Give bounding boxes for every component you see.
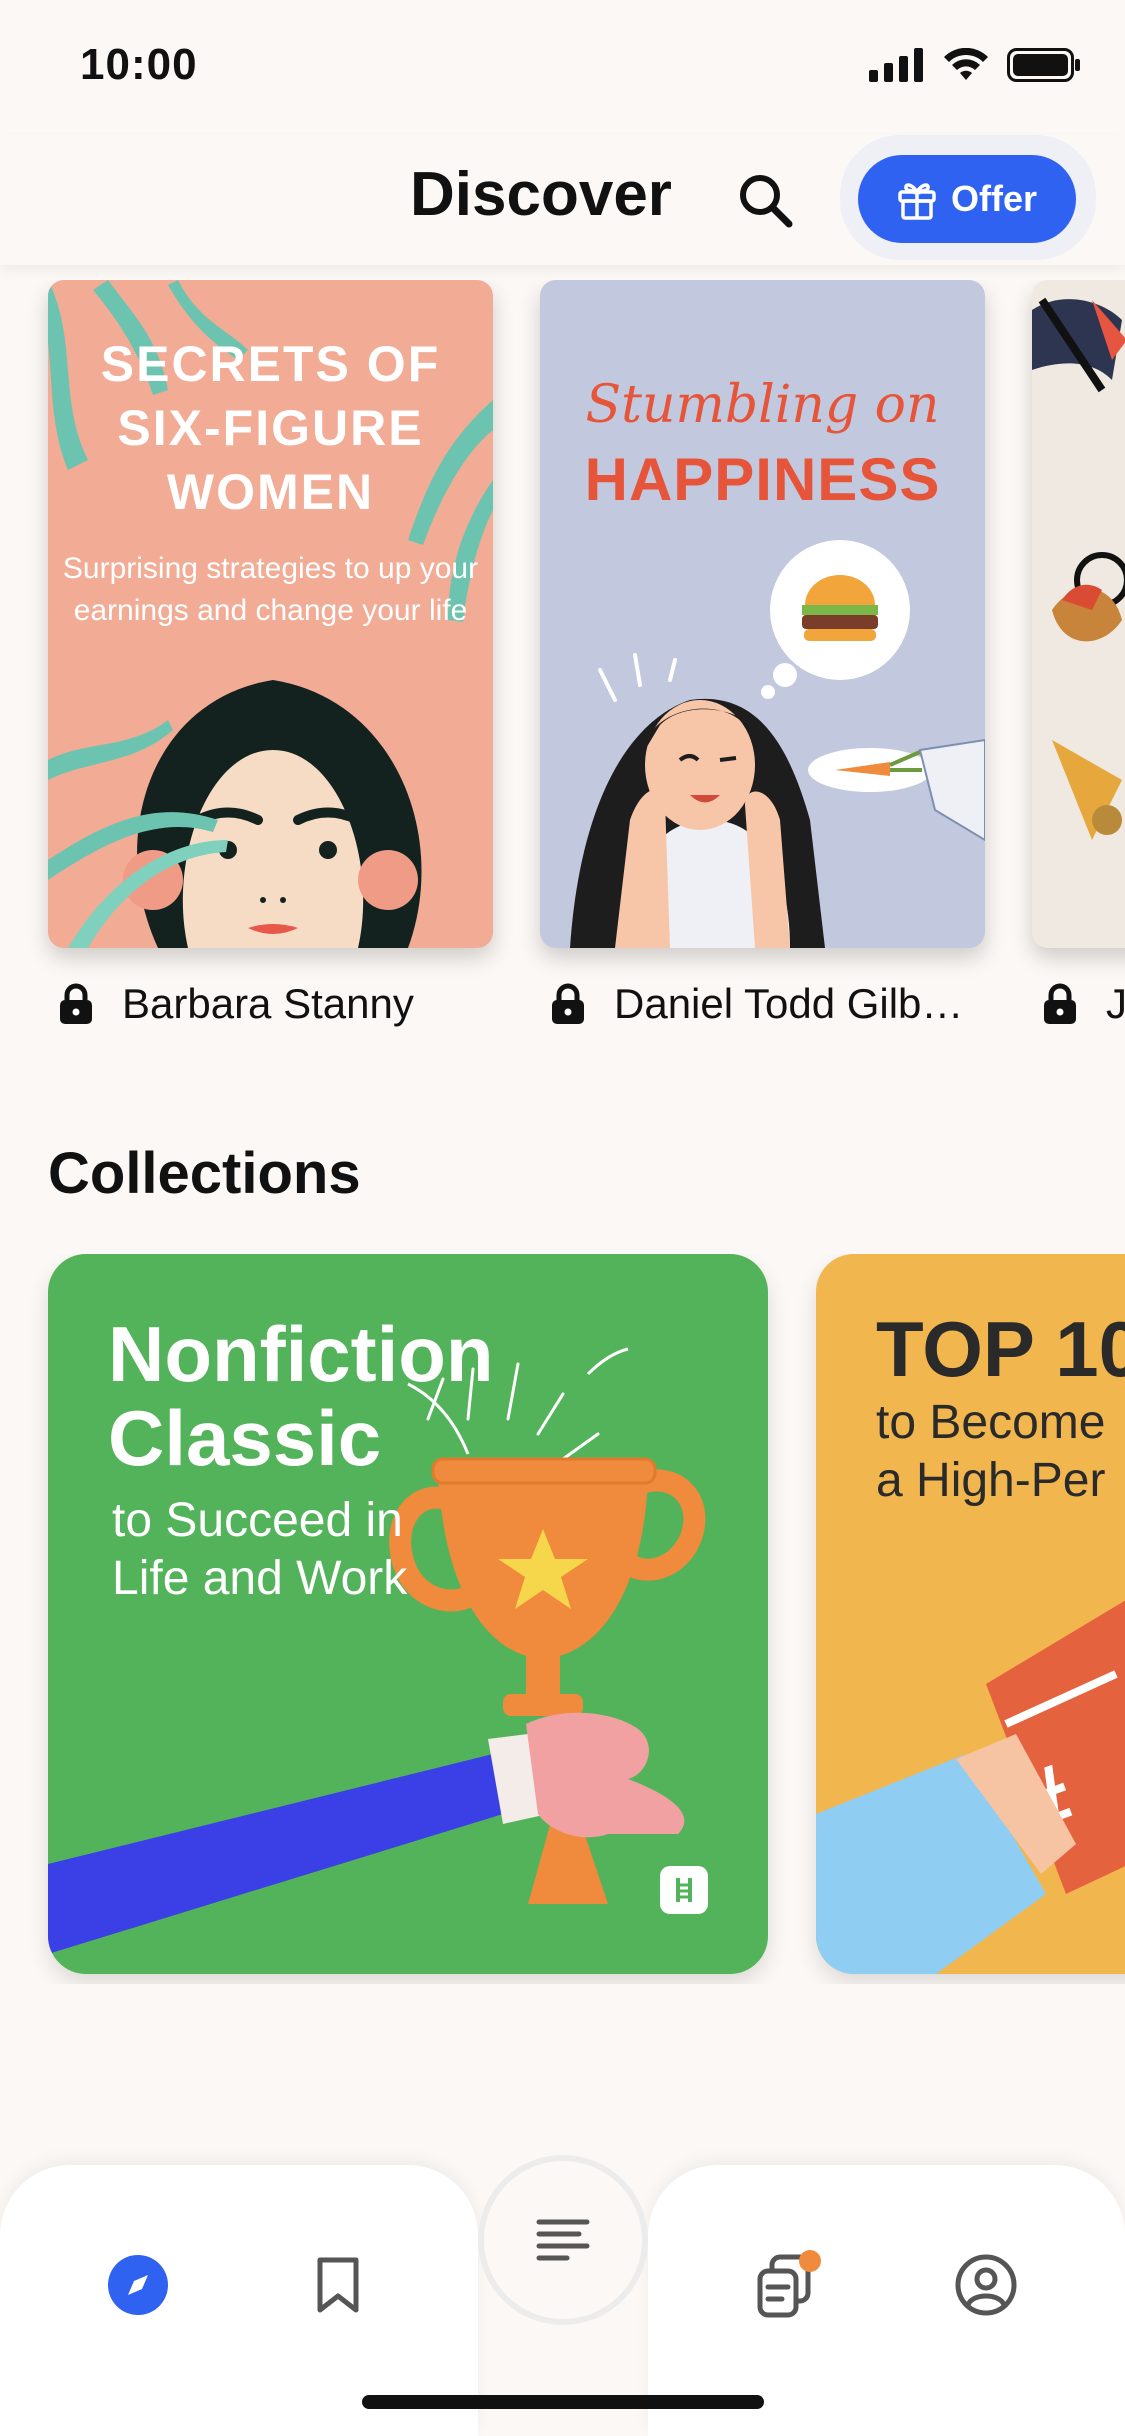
lock-icon (552, 983, 584, 1024)
collection-title: Nonfiction Classic (108, 1312, 494, 1480)
collection-subtitle-line1: to Become (876, 1396, 1106, 1449)
collection-subtitle: to Become a High-Per (876, 1394, 1105, 1510)
nav-profile[interactable] (946, 2245, 1026, 2325)
wifi-icon (944, 48, 988, 80)
offer-button[interactable]: Offer (858, 155, 1076, 243)
page-title: Discover (410, 160, 672, 229)
collection-subtitle-line2: a High-Per (876, 1454, 1106, 1507)
book-cover[interactable]: SECRETS OF SIX-FIGURE WOMEN Surprising s… (48, 280, 493, 948)
battery-icon (1007, 48, 1080, 82)
collection-card[interactable]: # TOP 10 to Become a High-Per (816, 1254, 1125, 1974)
gift-icon (898, 183, 936, 220)
author-name: Barbara Stanny (122, 980, 414, 1027)
offer-label: Offer (950, 178, 1037, 219)
status-bar: 10:00 (0, 0, 1125, 135)
collections-title: Collections (48, 1141, 361, 1206)
offer-container: Offer (840, 135, 1096, 260)
profile-icon (955, 2254, 1017, 2316)
nav-discover[interactable] (98, 2245, 178, 2325)
author-name: Daniel Todd Gilb… (614, 980, 964, 1027)
status-icons (869, 48, 1081, 82)
book-card[interactable]: SECRETS OF SIX-FIGURE WOMEN Surprising s… (48, 280, 493, 1027)
menu-lines-icon (536, 2219, 590, 2261)
search-button[interactable] (730, 165, 800, 235)
collection-card[interactable]: Nonfiction Classic to Succeed in Life an… (48, 1254, 768, 1974)
cover-title: SECRETS OF SIX-FIGURE WOMEN (100, 336, 441, 520)
cover-title-line2: HAPPINESS (584, 446, 941, 513)
author-name: J (1106, 980, 1125, 1027)
cover-subtitle: Surprising strategies to up your earning… (62, 552, 479, 627)
notification-dot (799, 2250, 821, 2272)
bookmark-icon (317, 2257, 359, 2313)
cover-illustration (1032, 297, 1125, 840)
book-cover[interactable] (1032, 280, 1125, 948)
collection-title-line1: Nonfiction (108, 1310, 494, 1398)
cover-title-line1: Stumbling on (585, 375, 940, 435)
collection-subtitle: to Succeed in Life and Work (112, 1494, 408, 1605)
lock-icon (1044, 983, 1076, 1024)
book-cover[interactable]: Stumbling on HAPPINESS (540, 280, 985, 948)
book-card[interactable]: Stumbling on HAPPINESS Daniel Todd Gilb… (540, 280, 985, 1027)
book-author: Barbara Stanny (58, 980, 518, 1028)
header: Discover Offer (0, 135, 1125, 265)
status-time: 10:00 (80, 40, 198, 89)
collection-title: TOP 10 (876, 1305, 1125, 1393)
search-icon (740, 175, 793, 228)
nav-saved[interactable] (298, 2245, 378, 2325)
nav-notes[interactable] (748, 2245, 828, 2325)
lock-icon (60, 983, 92, 1024)
ladder-icon (660, 1866, 708, 1914)
book-author: J (1042, 980, 1125, 1028)
nav-center-button[interactable] (478, 2155, 648, 2325)
book-author: Daniel Todd Gilb… (550, 980, 1010, 1028)
collections-carousel[interactable]: Nonfiction Classic to Succeed in Life an… (0, 1254, 1125, 1984)
cellular-signal-icon (869, 48, 923, 82)
notes-icon (757, 2250, 821, 2318)
home-indicator (362, 2395, 764, 2409)
books-carousel[interactable]: SECRETS OF SIX-FIGURE WOMEN Surprising s… (0, 280, 1125, 1060)
collection-title-line2: Classic (108, 1394, 382, 1482)
book-card[interactable]: J (1032, 280, 1125, 1027)
compass-icon (108, 2255, 168, 2315)
